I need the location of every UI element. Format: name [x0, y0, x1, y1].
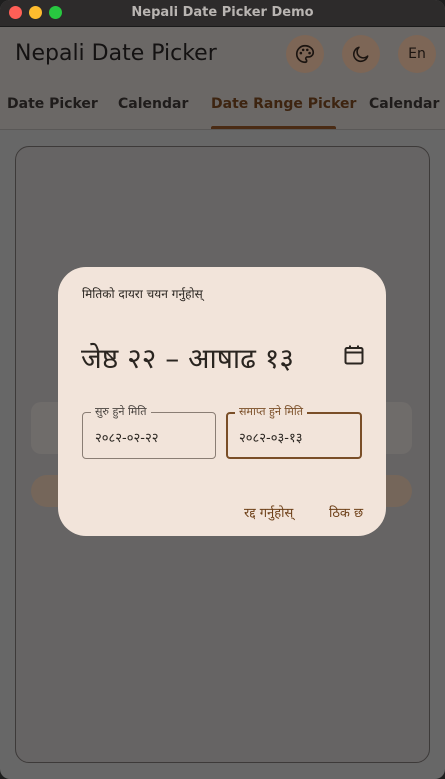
app-window: Nepali Date Picker Demo Nepali Date Pick… [0, 0, 445, 779]
ok-button[interactable]: ठिक छ [329, 503, 363, 521]
title-bar: Nepali Date Picker Demo [0, 0, 445, 27]
app-bar: Nepali Date Picker En [0, 27, 445, 81]
end-date-field[interactable]: समाप्त हुने मिति २०८२-०३-१३ [226, 404, 362, 459]
app-title: Nepali Date Picker [15, 41, 217, 66]
active-tab-indicator [211, 126, 336, 129]
moon-icon [353, 46, 369, 62]
theme-color-button[interactable] [286, 35, 324, 73]
selected-range-headline: जेष्ठ २२ – आषाढ १३ [81, 342, 294, 375]
dark-mode-button[interactable] [342, 35, 380, 73]
date-range-dialog: मितिको दायरा चयन गर्नुहोस् जेष्ठ २२ – आष… [58, 267, 386, 536]
tab-calendar-range[interactable]: Calendar R [369, 96, 445, 112]
window-title: Nepali Date Picker Demo [131, 5, 314, 20]
start-date-field[interactable]: सुरु हुने मिति २०८२-०२-२२ [82, 404, 216, 459]
tab-calendar[interactable]: Calendar [118, 96, 188, 112]
tab-date-picker[interactable]: Date Picker [7, 96, 98, 112]
dialog-help-text: मितिको दायरा चयन गर्नुहोस् [82, 287, 203, 301]
end-date-label: समाप्त हुने मिति [235, 404, 308, 419]
tab-bar: Date Picker Calendar Date Range Picker C… [0, 81, 445, 130]
start-date-label: सुरु हुने मिति [91, 404, 151, 419]
tab-date-range-picker[interactable]: Date Range Picker [211, 96, 356, 112]
palette-icon [296, 44, 315, 64]
calendar-icon[interactable] [342, 343, 366, 367]
start-date-value[interactable]: २०८२-०२-२२ [95, 428, 158, 446]
language-button[interactable]: En [398, 35, 436, 73]
end-date-value[interactable]: २०८२-०३-१३ [239, 428, 302, 446]
cancel-button[interactable]: रद्द गर्नुहोस् [244, 503, 293, 521]
